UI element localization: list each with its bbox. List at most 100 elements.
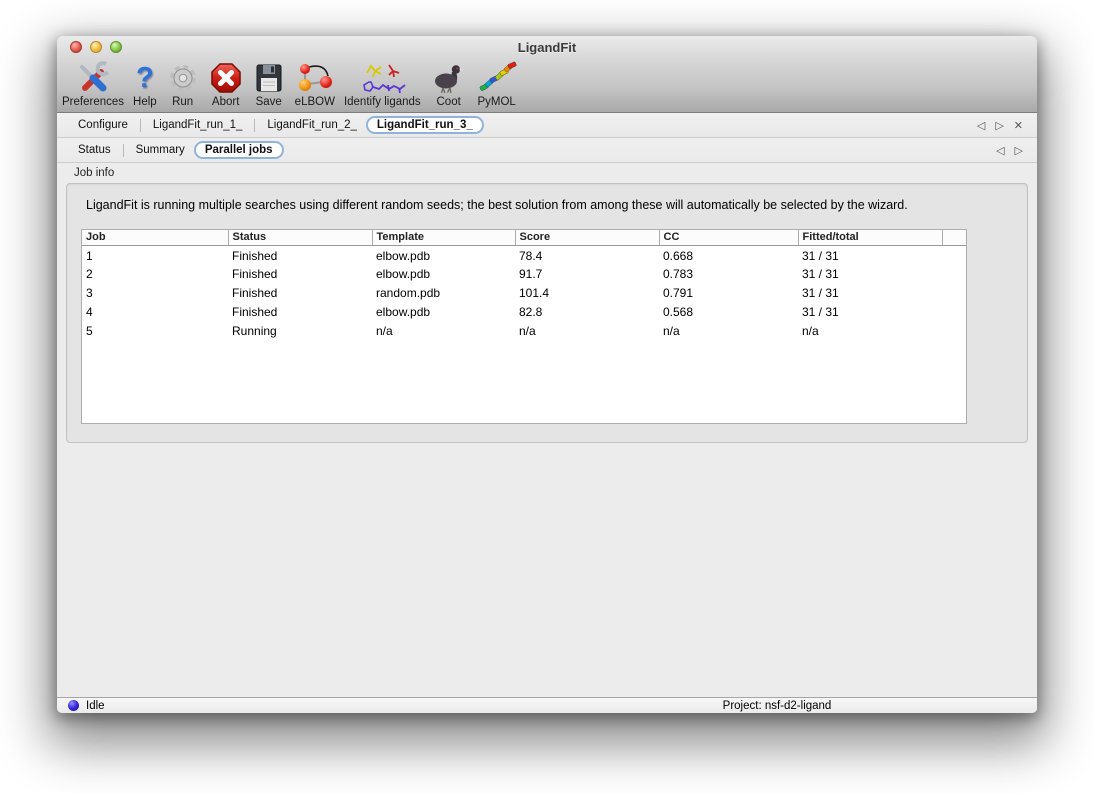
elbow-button[interactable]: eLBOW — [295, 60, 335, 108]
titlebar[interactable]: LigandFit — [57, 36, 1037, 59]
save-button[interactable]: Save — [252, 60, 286, 108]
toolbar-item-label: Help — [133, 96, 157, 108]
tab-status[interactable]: Status — [69, 142, 120, 158]
molecule-icon — [295, 60, 335, 96]
column-header-job[interactable]: Job — [82, 230, 228, 245]
table-row[interactable]: 1 Finished elbow.pdb 78.4 0.668 31 / 31 — [82, 245, 966, 264]
tab-parallel-jobs-selected[interactable]: Parallel jobs — [194, 141, 284, 159]
help-icon: ? — [136, 60, 154, 96]
column-header-cc[interactable]: CC — [659, 230, 798, 245]
tab-scroll-right-icon[interactable]: ▷ — [995, 119, 1003, 132]
save-icon — [252, 60, 286, 96]
column-header-score[interactable]: Score — [515, 230, 659, 245]
cell-score: 101.4 — [515, 283, 659, 302]
ligandfit-window: LigandFit Preferences ? Help — [57, 36, 1037, 713]
cell-score: 78.4 — [515, 245, 659, 264]
coot-bird-icon — [430, 60, 468, 96]
job-info-description: LigandFit is running multiple searches u… — [86, 198, 908, 212]
table-row[interactable]: 2 Finished elbow.pdb 91.7 0.783 31 / 31 — [82, 264, 966, 283]
tab-ligandfit-run-2[interactable]: LigandFit_run_2_ — [258, 117, 366, 133]
sub-tabs-bar: Status Summary Parallel jobs ◁ ▷ — [57, 138, 1037, 163]
pymol-button[interactable]: PyMOL — [477, 60, 517, 108]
run-tabs-nav: ◁ ▷ ✕ — [977, 119, 1037, 132]
toolbar-item-label: Run — [172, 96, 193, 108]
help-button[interactable]: ? Help — [133, 60, 157, 108]
coot-button[interactable]: Coot — [430, 60, 468, 108]
toolbar-item-label: Preferences — [62, 96, 124, 108]
toolbar-item-label: eLBOW — [295, 96, 335, 108]
cell-status: Finished — [228, 283, 372, 302]
toolbar-item-label: Abort — [212, 96, 240, 108]
column-header-template[interactable]: Template — [372, 230, 515, 245]
column-header-fitted-total[interactable]: Fitted/total — [798, 230, 942, 245]
tab-ligandfit-run-3-selected[interactable]: LigandFit_run_3_ — [366, 116, 484, 134]
tab-scroll-left-icon[interactable]: ◁ — [996, 144, 1004, 157]
tab-ligandfit-run-1[interactable]: LigandFit_run_1_ — [144, 117, 252, 133]
tab-configure[interactable]: Configure — [69, 117, 137, 133]
cell-job: 2 — [82, 264, 228, 283]
cell-job: 5 — [82, 321, 228, 340]
cell-cc: 0.568 — [659, 302, 798, 321]
table-row[interactable]: 5 Running n/a n/a n/a n/a — [82, 321, 966, 340]
project-label: Project: nsf-d2-ligand — [723, 700, 832, 712]
cell-spacer — [942, 245, 966, 264]
toolbar: Preferences ? Help Run — [62, 60, 517, 108]
tab-separator — [123, 144, 124, 157]
job-info-group-label: Job info — [74, 167, 114, 179]
toolbar-item-label: PyMOL — [477, 96, 515, 108]
tab-separator — [140, 119, 141, 132]
run-tabs-bar: Configure LigandFit_run_1_ LigandFit_run… — [57, 113, 1037, 138]
cell-fitted-total: 31 / 31 — [798, 264, 942, 283]
column-header-spacer — [942, 230, 966, 245]
jobs-table: Job Status Template Score CC Fitted/tota… — [81, 229, 967, 424]
cell-spacer — [942, 321, 966, 340]
tab-summary[interactable]: Summary — [127, 142, 194, 158]
status-text: Idle — [86, 700, 105, 712]
job-info-group-box: LigandFit is running multiple searches u… — [66, 183, 1028, 443]
cell-fitted-total: 31 / 31 — [798, 283, 942, 302]
window-title: LigandFit — [57, 40, 1037, 55]
cell-spacer — [942, 302, 966, 321]
cell-cc: 0.668 — [659, 245, 798, 264]
run-button[interactable]: Run — [166, 60, 200, 108]
cell-job: 3 — [82, 283, 228, 302]
cell-score: 91.7 — [515, 264, 659, 283]
tab-scroll-left-icon[interactable]: ◁ — [977, 119, 985, 132]
toolbar-item-label: Coot — [437, 96, 461, 108]
toolbar-item-label: Identify ligands — [344, 96, 421, 108]
ligands-icon — [355, 60, 409, 96]
tools-icon — [76, 60, 110, 96]
cell-status: Finished — [228, 264, 372, 283]
cell-cc: n/a — [659, 321, 798, 340]
cell-cc: 0.783 — [659, 264, 798, 283]
gear-icon — [166, 60, 200, 96]
cell-job: 1 — [82, 245, 228, 264]
cell-status: Finished — [228, 245, 372, 264]
window-header: LigandFit Preferences ? Help — [57, 36, 1037, 113]
cell-fitted-total: 31 / 31 — [798, 245, 942, 264]
cell-score: 82.8 — [515, 302, 659, 321]
cell-score: n/a — [515, 321, 659, 340]
pymol-ribbon-icon — [477, 60, 517, 96]
cell-status: Running — [228, 321, 372, 340]
cell-template: random.pdb — [372, 283, 515, 302]
tab-close-icon[interactable]: ✕ — [1014, 119, 1023, 132]
preferences-button[interactable]: Preferences — [62, 60, 124, 108]
column-header-status[interactable]: Status — [228, 230, 372, 245]
status-indicator-icon — [68, 700, 79, 711]
cell-template: elbow.pdb — [372, 302, 515, 321]
table-row[interactable]: 3 Finished random.pdb 101.4 0.791 31 / 3… — [82, 283, 966, 302]
tab-separator — [254, 119, 255, 132]
cell-status: Finished — [228, 302, 372, 321]
table-row[interactable]: 4 Finished elbow.pdb 82.8 0.568 31 / 31 — [82, 302, 966, 321]
cell-fitted-total: 31 / 31 — [798, 302, 942, 321]
status-bar: Idle Project: nsf-d2-ligand — [57, 697, 1037, 713]
cell-job: 4 — [82, 302, 228, 321]
parallel-jobs-panel: Job info LigandFit is running multiple s… — [57, 163, 1037, 697]
identify-ligands-button[interactable]: Identify ligands — [344, 60, 421, 108]
cell-fitted-total: n/a — [798, 321, 942, 340]
tab-scroll-right-icon[interactable]: ▷ — [1015, 144, 1023, 157]
abort-button[interactable]: Abort — [209, 60, 243, 108]
cell-template: elbow.pdb — [372, 245, 515, 264]
abort-icon — [209, 60, 243, 96]
